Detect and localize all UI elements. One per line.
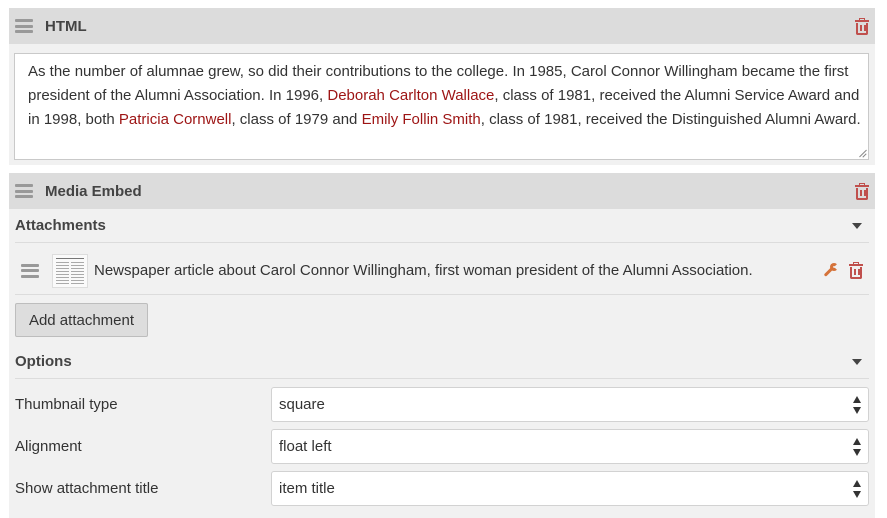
select-arrows-icon (853, 480, 861, 498)
trash-icon[interactable] (849, 262, 863, 279)
alignment-select[interactable]: float left (271, 429, 869, 464)
select-arrows-icon (853, 438, 861, 456)
select-arrows-icon (853, 396, 861, 414)
add-attachment-button[interactable]: Add attachment (15, 303, 148, 337)
resize-handle-icon[interactable] (858, 149, 866, 157)
trash-icon[interactable] (855, 18, 869, 35)
link-deborah-carlton-wallace[interactable]: Deborah Carlton Wallace (327, 87, 494, 104)
media-block-header: Media Embed (9, 173, 875, 209)
text-segment: , class of 1979 and (231, 111, 362, 128)
caret-down-icon[interactable] (852, 223, 862, 229)
drag-handle-icon[interactable] (15, 19, 33, 33)
show-attachment-title-label: Show attachment title (15, 480, 159, 497)
html-content-textarea[interactable]: As the number of alumnae grew, so did th… (14, 53, 869, 160)
caret-down-icon[interactable] (852, 359, 862, 365)
text-segment: , class of 1981, received the Distinguis… (480, 111, 861, 128)
attachment-thumbnail (52, 253, 88, 288)
alignment-label: Alignment (15, 438, 82, 455)
wrench-icon[interactable] (822, 263, 838, 279)
trash-icon[interactable] (855, 183, 869, 200)
html-block-header: HTML (9, 8, 875, 44)
block-title: Media Embed (45, 182, 142, 200)
link-patricia-cornwell[interactable]: Patricia Cornwell (119, 111, 232, 128)
alignment-value: float left (279, 438, 332, 455)
attachment-caption: Newspaper article about Carol Connor Wil… (94, 262, 753, 279)
show-attachment-title-value: item title (279, 480, 335, 497)
drag-handle-icon[interactable] (21, 263, 39, 278)
html-block: HTML As the number of alumnae grew, so d… (9, 8, 875, 165)
link-emily-follin-smith[interactable]: Emily Follin Smith (362, 111, 481, 128)
options-section-header[interactable]: Options (15, 345, 869, 379)
attachments-section-header[interactable]: Attachments (15, 209, 869, 243)
drag-handle-icon[interactable] (15, 184, 33, 198)
block-title: HTML (45, 17, 87, 35)
options-label: Options (15, 353, 72, 370)
media-embed-block: Media Embed Attachments Newspaper articl… (9, 173, 875, 518)
thumbnail-type-label: Thumbnail type (15, 396, 118, 413)
attachment-item: Newspaper article about Carol Connor Wil… (15, 247, 869, 295)
thumbnail-type-value: square (279, 396, 325, 413)
thumbnail-type-select[interactable]: square (271, 387, 869, 422)
attachments-label: Attachments (15, 217, 106, 234)
show-attachment-title-select[interactable]: item title (271, 471, 869, 506)
